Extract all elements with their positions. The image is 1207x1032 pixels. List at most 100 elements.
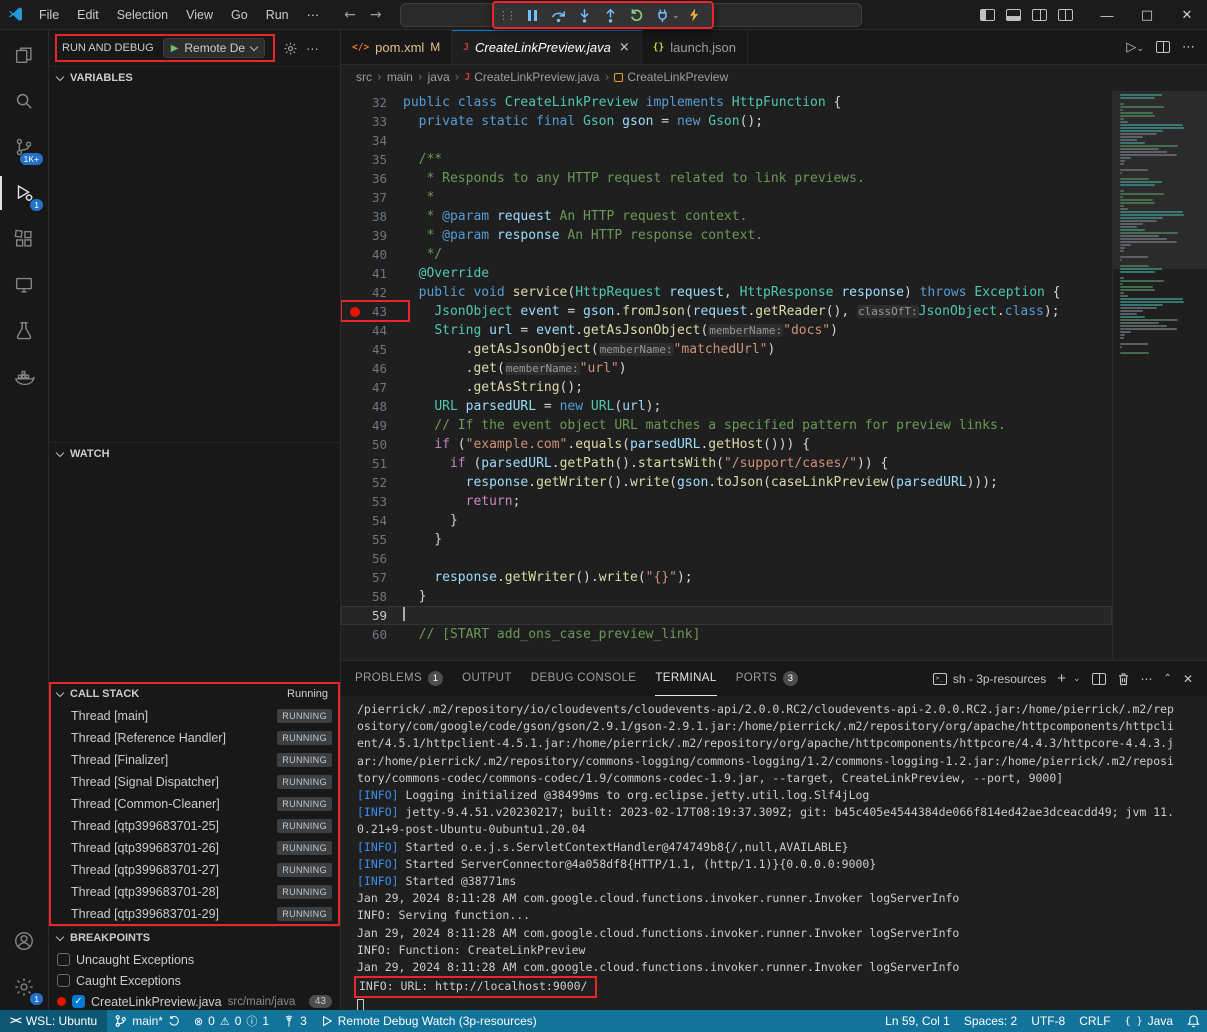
panel-tab-output[interactable]: OUTPUT (462, 661, 512, 696)
more-actions-icon[interactable]: ⋯ (1182, 40, 1195, 55)
restart-button[interactable] (624, 3, 648, 27)
disconnect-button[interactable] (650, 3, 674, 27)
problems-status[interactable]: ⊗ 0 ⚠ 0 ⓘ 1 (187, 1010, 276, 1032)
panel-tab-problems[interactable]: PROBLEMS1 (355, 661, 443, 696)
line-number-gutter[interactable]: 46 (341, 359, 403, 378)
callstack-thread[interactable]: Thread [qtp399683701-26]RUNNING (49, 837, 340, 859)
menu-go[interactable]: Go (222, 4, 257, 26)
activity-settings[interactable]: 1 (0, 964, 48, 1010)
breakpoint-checkbox[interactable] (57, 974, 70, 987)
remote-indicator[interactable]: >< WSL: Ubuntu (0, 1010, 107, 1032)
notifications-bell[interactable] (1180, 1010, 1207, 1032)
activity-run-and-debug[interactable]: 1 (0, 170, 48, 216)
pause-button[interactable] (520, 3, 544, 27)
menu-edit[interactable]: Edit (68, 4, 108, 26)
breadcrumb-CreateLinkPreview[interactable]: CreateLinkPreview (614, 70, 728, 84)
step-out-button[interactable] (598, 3, 622, 27)
panel-tab-debug-console[interactable]: DEBUG CONSOLE (531, 661, 637, 696)
line-number-gutter[interactable]: 50 (341, 435, 403, 454)
line-number-gutter[interactable]: 49 (341, 416, 403, 435)
tab-CreateLinkPreview.java[interactable]: JCreateLinkPreview.java× (452, 30, 642, 64)
line-number-gutter[interactable]: 44 (341, 321, 403, 340)
line-number-gutter[interactable]: 39 (341, 226, 403, 245)
callstack-thread[interactable]: Thread [qtp399683701-27]RUNNING (49, 859, 340, 881)
debug-watch-status[interactable]: Remote Debug Watch (3p-resources) (314, 1010, 544, 1032)
breadcrumb-src[interactable]: src (356, 70, 372, 84)
more-actions-icon[interactable]: ⋯ (306, 41, 319, 56)
callstack-thread[interactable]: Thread [Reference Handler]RUNNING (49, 727, 340, 749)
callstack-thread[interactable]: Thread [qtp399683701-25]RUNNING (49, 815, 340, 837)
debug-config-picker[interactable]: ▶ Remote De (163, 38, 265, 58)
call-stack-header[interactable]: CALL STACK Running (49, 683, 340, 705)
panel-tab-ports[interactable]: PORTS3 (736, 661, 798, 696)
line-number-gutter[interactable]: 55 (341, 530, 403, 549)
menu-run[interactable]: Run (257, 4, 298, 26)
activity-search[interactable] (0, 78, 48, 124)
tab-pom.xml[interactable]: </>pom.xmlM (341, 30, 452, 64)
callstack-thread[interactable]: Thread [main]RUNNING (49, 705, 340, 727)
line-number-gutter[interactable]: 47 (341, 378, 403, 397)
menu-file[interactable]: File (30, 4, 68, 26)
line-number-gutter[interactable]: 59 (341, 606, 403, 625)
line-number-gutter[interactable]: 54 (341, 511, 403, 530)
activity-remote-explorer[interactable] (0, 262, 48, 308)
line-number-gutter[interactable]: 42 (341, 283, 403, 302)
line-number-gutter[interactable]: 32 (341, 93, 403, 112)
line-number-gutter[interactable]: 51 (341, 454, 403, 473)
line-number-gutter[interactable]: 38 (341, 207, 403, 226)
line-number-gutter[interactable]: 57 (341, 568, 403, 587)
encoding-status[interactable]: UTF-8 (1024, 1010, 1072, 1032)
variables-header[interactable]: VARIABLES (49, 67, 340, 89)
maximize-button[interactable]: □ (1127, 0, 1167, 30)
line-number-gutter[interactable]: 58 (341, 587, 403, 606)
split-editor-icon[interactable] (1156, 41, 1170, 53)
breakpoint-row[interactable]: Uncaught Exceptions (49, 949, 340, 970)
nav-back-icon[interactable]: ← (344, 7, 356, 23)
toggle-panel-icon[interactable] (1006, 9, 1021, 21)
split-terminal-icon[interactable] (1092, 673, 1106, 685)
breakpoint-row[interactable]: Caught Exceptions (49, 970, 340, 991)
line-number-gutter[interactable]: 35 (341, 150, 403, 169)
more-actions-icon[interactable]: ⋯ (1141, 672, 1153, 686)
line-number-gutter[interactable]: 53 (341, 492, 403, 511)
toggle-sidebar-icon[interactable] (980, 9, 995, 21)
tab-launch.json[interactable]: {}launch.json (642, 30, 748, 64)
line-number-gutter[interactable]: 60 (341, 625, 403, 644)
line-number-gutter[interactable]: 45 (341, 340, 403, 359)
language-status[interactable]: { } Java (1118, 1010, 1180, 1032)
ports-status[interactable]: 3 (276, 1010, 314, 1032)
line-number-gutter[interactable]: 34 (341, 131, 403, 150)
activity-testing[interactable] (0, 308, 48, 354)
line-number-gutter[interactable]: 52 (341, 473, 403, 492)
line-number-gutter[interactable]: 56 (341, 549, 403, 568)
breadcrumb-java[interactable]: java (428, 70, 450, 84)
breadcrumb-main[interactable]: main (387, 70, 413, 84)
terminal-dropdown-icon[interactable]: ⌄ (1073, 673, 1081, 684)
minimap[interactable] (1112, 89, 1207, 660)
activity-explorer[interactable] (0, 32, 48, 78)
line-number-gutter[interactable]: 33 (341, 112, 403, 131)
line-number-gutter[interactable]: 40 (341, 245, 403, 264)
chevron-down-icon[interactable]: ⌄ (672, 10, 680, 21)
step-over-button[interactable] (546, 3, 570, 27)
breadcrumb-CreateLinkPreview.java[interactable]: JCreateLinkPreview.java (464, 70, 599, 84)
line-number-gutter[interactable]: 43 (341, 302, 403, 321)
customize-layout-icon[interactable] (1058, 9, 1073, 21)
menu-more[interactable]: ⋯ (298, 4, 329, 26)
breakpoint-dot[interactable] (350, 307, 360, 317)
callstack-thread[interactable]: Thread [Common-Cleaner]RUNNING (49, 793, 340, 815)
panel-tab-terminal[interactable]: TERMINAL (655, 661, 716, 696)
watch-header[interactable]: WATCH (49, 443, 340, 465)
indentation-status[interactable]: Spaces: 2 (957, 1010, 1024, 1032)
trash-icon[interactable] (1117, 672, 1130, 686)
hot-code-replace-button[interactable] (682, 3, 706, 27)
eol-status[interactable]: CRLF (1072, 1010, 1117, 1032)
git-branch-status[interactable]: main* (107, 1010, 187, 1032)
line-number-gutter[interactable]: 48 (341, 397, 403, 416)
close-panel-icon[interactable]: ✕ (1183, 672, 1193, 686)
close-tab-icon[interactable]: × (619, 40, 630, 55)
nav-forward-icon[interactable]: → (370, 7, 382, 23)
run-java-icon[interactable]: ▷ ⌄ (1126, 40, 1144, 55)
callstack-thread[interactable]: Thread [Signal Dispatcher]RUNNING (49, 771, 340, 793)
terminal-picker[interactable]: >_ sh - 3p-resources (933, 672, 1046, 686)
